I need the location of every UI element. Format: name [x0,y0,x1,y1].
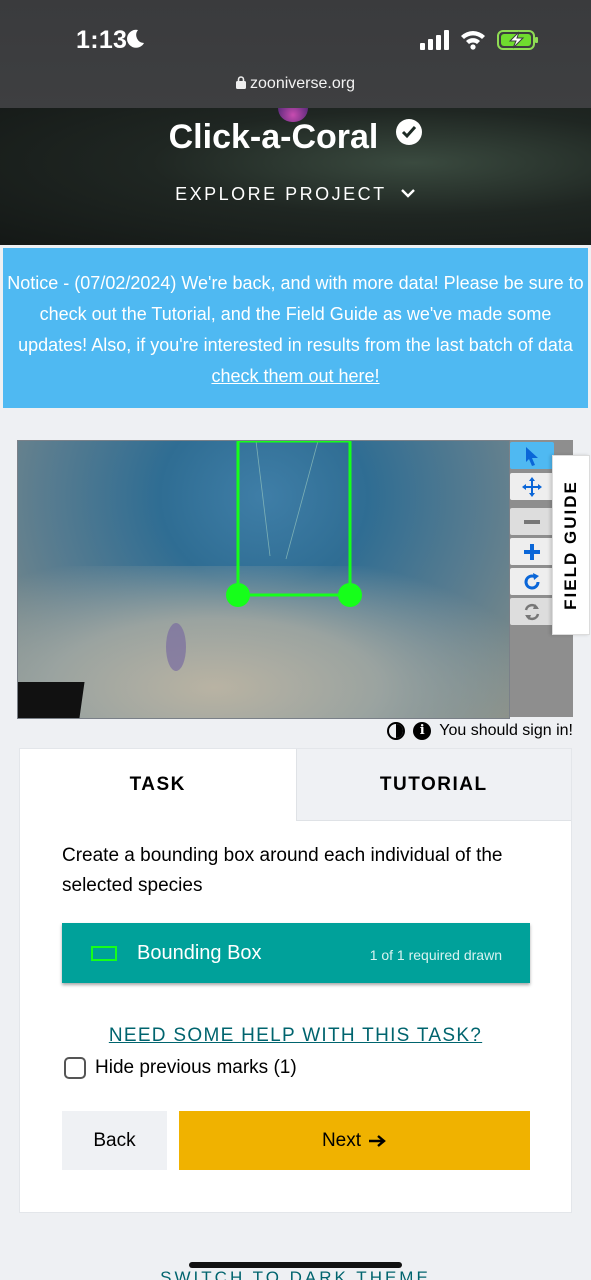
field-guide-label: FIELD GUIDE [561,480,580,610]
bounding-box-tool-button[interactable]: Bounding Box 1 of 1 required drawn [62,923,530,983]
pointer-tool-button[interactable] [510,442,554,469]
tab-tutorial[interactable]: TUTORIAL [295,749,571,821]
arrow-right-icon [369,1134,386,1147]
task-panel: TASK TUTORIAL Create a bounding box arou… [19,748,572,1213]
tab-task[interactable]: TASK [20,749,296,821]
browser-top-bar: 1:13 zooniverse.org [0,0,591,108]
next-label: Next [321,1129,362,1151]
next-button[interactable]: Next [179,1111,530,1170]
invert-colors-icon[interactable] [387,722,406,740]
zoom-in-icon [524,543,540,560]
url-bar[interactable]: zooniverse.org [0,75,591,94]
battery-charging-icon [497,30,538,50]
project-title: Click-a-Coral [168,118,379,156]
subject-meta-row: i You should sign in! [387,722,573,740]
hide-marks-row[interactable]: Hide previous marks (1) [64,1057,297,1079]
tool-count: 1 of 1 required drawn [369,947,502,963]
home-indicator [189,1262,402,1268]
project-notice: Notice - (07/02/2024) We're back, and wi… [3,248,588,408]
explore-project-label: EXPLORE PROJECT [175,184,387,204]
verified-check-icon [396,119,423,145]
zoom-out-button[interactable] [510,508,554,535]
subject-image[interactable] [17,440,510,719]
task-tabs: TASK TUTORIAL [20,749,571,821]
hide-marks-label: Hide previous marks (1) [95,1057,297,1078]
annotation-layer [166,441,362,671]
back-button[interactable]: Back [62,1111,167,1170]
bounding-box-mark[interactable] [236,441,352,597]
url-text: zooniverse.org [250,75,355,92]
tool-label: Bounding Box [137,942,262,964]
cellular-signal-icon [420,30,449,50]
explore-project-menu[interactable]: EXPLORE PROJECT [0,184,591,205]
task-instructions: Create a bounding box around each indivi… [62,845,503,896]
zoom-in-button[interactable] [510,538,554,565]
project-title-row: Click-a-Coral [0,118,591,157]
lock-icon [236,76,247,94]
bounding-box-icon [91,946,117,961]
chevron-down-icon [401,189,415,198]
dark-theme-link[interactable]: SWITCH TO DARK THEME [0,1268,591,1280]
pointer-icon [526,446,538,466]
wifi-icon [461,31,485,50]
zoom-out-icon [524,519,540,524]
pan-icon [522,476,542,497]
rotate-button[interactable] [510,568,554,595]
info-icon[interactable]: i [413,722,432,740]
rotate-icon [524,572,540,589]
reset-icon [524,603,540,620]
field-guide-tab[interactable]: FIELD GUIDE [552,455,590,635]
sign-in-message: You should sign in! [439,722,573,739]
project-header: Click-a-Coral EXPLORE PROJECT [0,108,591,245]
moon-icon [127,29,144,48]
hide-marks-checkbox[interactable] [64,1057,86,1079]
notice-text: Notice - (07/02/2024) We're back, and wi… [7,273,584,355]
coral [166,623,186,671]
reset-button[interactable] [510,598,554,625]
pan-tool-button[interactable] [510,473,554,500]
help-link[interactable]: NEED SOME HELP WITH THIS TASK? [20,1025,571,1047]
bounding-box-handle[interactable] [338,583,362,607]
notice-link[interactable]: check them out here! [211,366,379,386]
bounding-box-handle[interactable] [226,583,250,607]
status-time: 1:13 [76,26,128,54]
